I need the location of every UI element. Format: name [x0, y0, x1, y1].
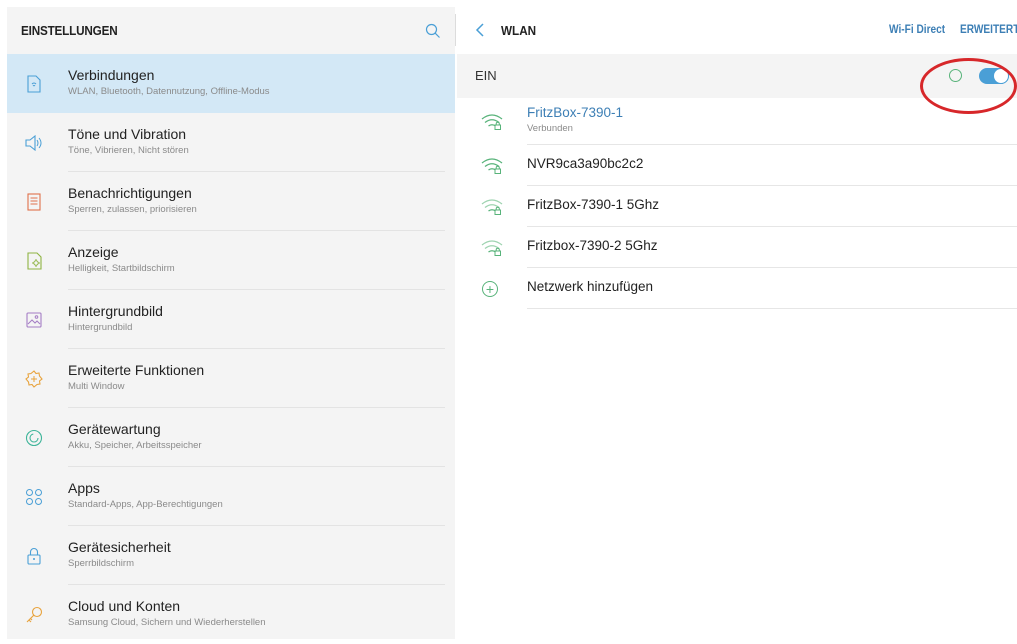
wifi-direct-button[interactable]: Wi-Fi Direct	[889, 24, 945, 36]
sidebar-item-sublabel: Standard-Apps, App-Berechtigungen	[68, 499, 223, 510]
sound-icon	[25, 134, 43, 152]
network-item[interactable]: FritzBox-7390-1 Verbunden	[457, 98, 1017, 145]
wlan-status-label: EIN	[475, 68, 497, 83]
sidebar-item-sublabel: Hintergrundbild	[68, 322, 133, 333]
sidebar-item-label: Benachrichtigungen	[68, 185, 192, 201]
network-ssid: NVR9ca3a90bc2c2	[527, 156, 644, 171]
page-title: WLAN	[501, 23, 537, 38]
add-network-label: Netzwerk hinzufügen	[527, 279, 654, 294]
sidebar-item-label: Apps	[68, 480, 100, 496]
plus-icon: +	[482, 280, 498, 297]
sidebar-item-sublabel: Akku, Speicher, Arbeitsspeicher	[68, 440, 202, 451]
display-icon	[25, 251, 43, 270]
apps-icon	[25, 488, 43, 506]
settings-sidebar: EINSTELLUNGEN Verbindungen WLAN, Bluetoo…	[7, 7, 455, 639]
network-list: FritzBox-7390-1 Verbunden NVR9ca3a90bc2c…	[457, 98, 1017, 309]
sidebar-item-label: Erweiterte Funktionen	[68, 362, 205, 378]
sidebar-item-label: Verbindungen	[68, 67, 155, 83]
sidebar-item-sublabel: Multi Window	[68, 381, 125, 392]
network-ssid: FritzBox-7390-1	[527, 105, 624, 120]
sidebar-item-label: Töne und Vibration	[68, 126, 187, 142]
sidebar-item-apps[interactable]: Apps Standard-Apps, App-Berechtigungen	[7, 467, 455, 526]
sidebar-item-sublabel: Töne, Vibrieren, Nicht stören	[68, 145, 189, 156]
sidebar-item-label: Gerätewartung	[68, 421, 161, 437]
sidebar-header: EINSTELLUNGEN	[7, 7, 455, 54]
sidebar-item-geraetesicherheit[interactable]: Gerätesicherheit Sperrbildschirm	[7, 526, 455, 585]
network-item[interactable]: FritzBox-7390-1 5Ghz	[457, 186, 1017, 227]
settings-menu: Verbindungen WLAN, Bluetooth, Datennutzu…	[7, 54, 455, 644]
lock-icon	[25, 547, 43, 565]
sidebar-item-sublabel: WLAN, Bluetooth, Datennutzung, Offline-M…	[68, 86, 270, 97]
sidebar-item-verbindungen[interactable]: Verbindungen WLAN, Bluetooth, Datennutzu…	[7, 54, 455, 113]
sidebar-item-geraetewartung[interactable]: Gerätewartung Akku, Speicher, Arbeitsspe…	[7, 408, 455, 467]
wifi-secured-icon	[481, 239, 503, 256]
sidebar-item-hintergrundbild[interactable]: Hintergrundbild Hintergrundbild	[7, 290, 455, 349]
wlan-pane: WLAN Wi-Fi Direct ERWEITERT EIN FritzBox…	[457, 7, 1017, 639]
sidebar-item-cloud-und-konten[interactable]: Cloud und Konten Samsung Cloud, Sichern …	[7, 585, 455, 644]
pane-divider	[455, 14, 456, 46]
sidebar-item-label: Cloud und Konten	[68, 598, 181, 614]
wlan-switch-row[interactable]: EIN	[457, 54, 1017, 114]
sidebar-item-erweiterte-funktionen[interactable]: Erweiterte Funktionen Multi Window	[7, 349, 455, 408]
connections-icon	[25, 74, 43, 93]
sidebar-item-label: Anzeige	[68, 244, 119, 260]
advanced-button[interactable]: ERWEITERT	[960, 24, 1017, 36]
wlan-header: WLAN Wi-Fi Direct ERWEITERT	[457, 7, 1017, 54]
sidebar-item-anzeige[interactable]: Anzeige Helligkeit, Startbildschirm	[7, 231, 455, 290]
divider	[527, 308, 1017, 309]
device-maintenance-icon	[25, 429, 43, 447]
status-circle-icon	[949, 69, 962, 82]
search-icon[interactable]	[425, 23, 441, 39]
sidebar-title: EINSTELLUNGEN	[21, 23, 118, 38]
sidebar-item-label: Gerätesicherheit	[68, 539, 171, 555]
wifi-secured-icon	[481, 198, 503, 215]
sidebar-item-sublabel: Sperrbildschirm	[68, 558, 134, 569]
wifi-secured-icon	[481, 157, 503, 174]
network-ssid: Fritzbox-7390-2 5Ghz	[527, 238, 658, 253]
sidebar-item-sublabel: Sperren, zulassen, priorisieren	[68, 204, 197, 215]
wallpaper-icon	[25, 311, 43, 329]
notifications-icon	[25, 192, 43, 211]
add-network-item[interactable]: + Netzwerk hinzufügen	[457, 268, 1017, 309]
sidebar-item-sublabel: Samsung Cloud, Sichern und Wiederherstel…	[68, 617, 266, 628]
network-ssid: FritzBox-7390-1 5Ghz	[527, 197, 660, 212]
advanced-features-icon	[25, 369, 43, 388]
key-icon	[25, 606, 43, 624]
back-arrow-icon[interactable]	[473, 22, 487, 38]
wifi-secured-icon	[481, 113, 503, 130]
sidebar-item-toene[interactable]: Töne und Vibration Töne, Vibrieren, Nich…	[7, 113, 455, 172]
sidebar-item-label: Hintergrundbild	[68, 303, 163, 319]
wlan-toggle[interactable]	[979, 68, 1009, 84]
network-status: Verbunden	[527, 123, 573, 134]
sidebar-item-sublabel: Helligkeit, Startbildschirm	[68, 263, 175, 274]
sidebar-item-benachrichtigungen[interactable]: Benachrichtigungen Sperren, zulassen, pr…	[7, 172, 455, 231]
network-item[interactable]: Fritzbox-7390-2 5Ghz	[457, 227, 1017, 268]
network-item[interactable]: NVR9ca3a90bc2c2	[457, 145, 1017, 186]
toggle-knob	[993, 68, 1009, 84]
